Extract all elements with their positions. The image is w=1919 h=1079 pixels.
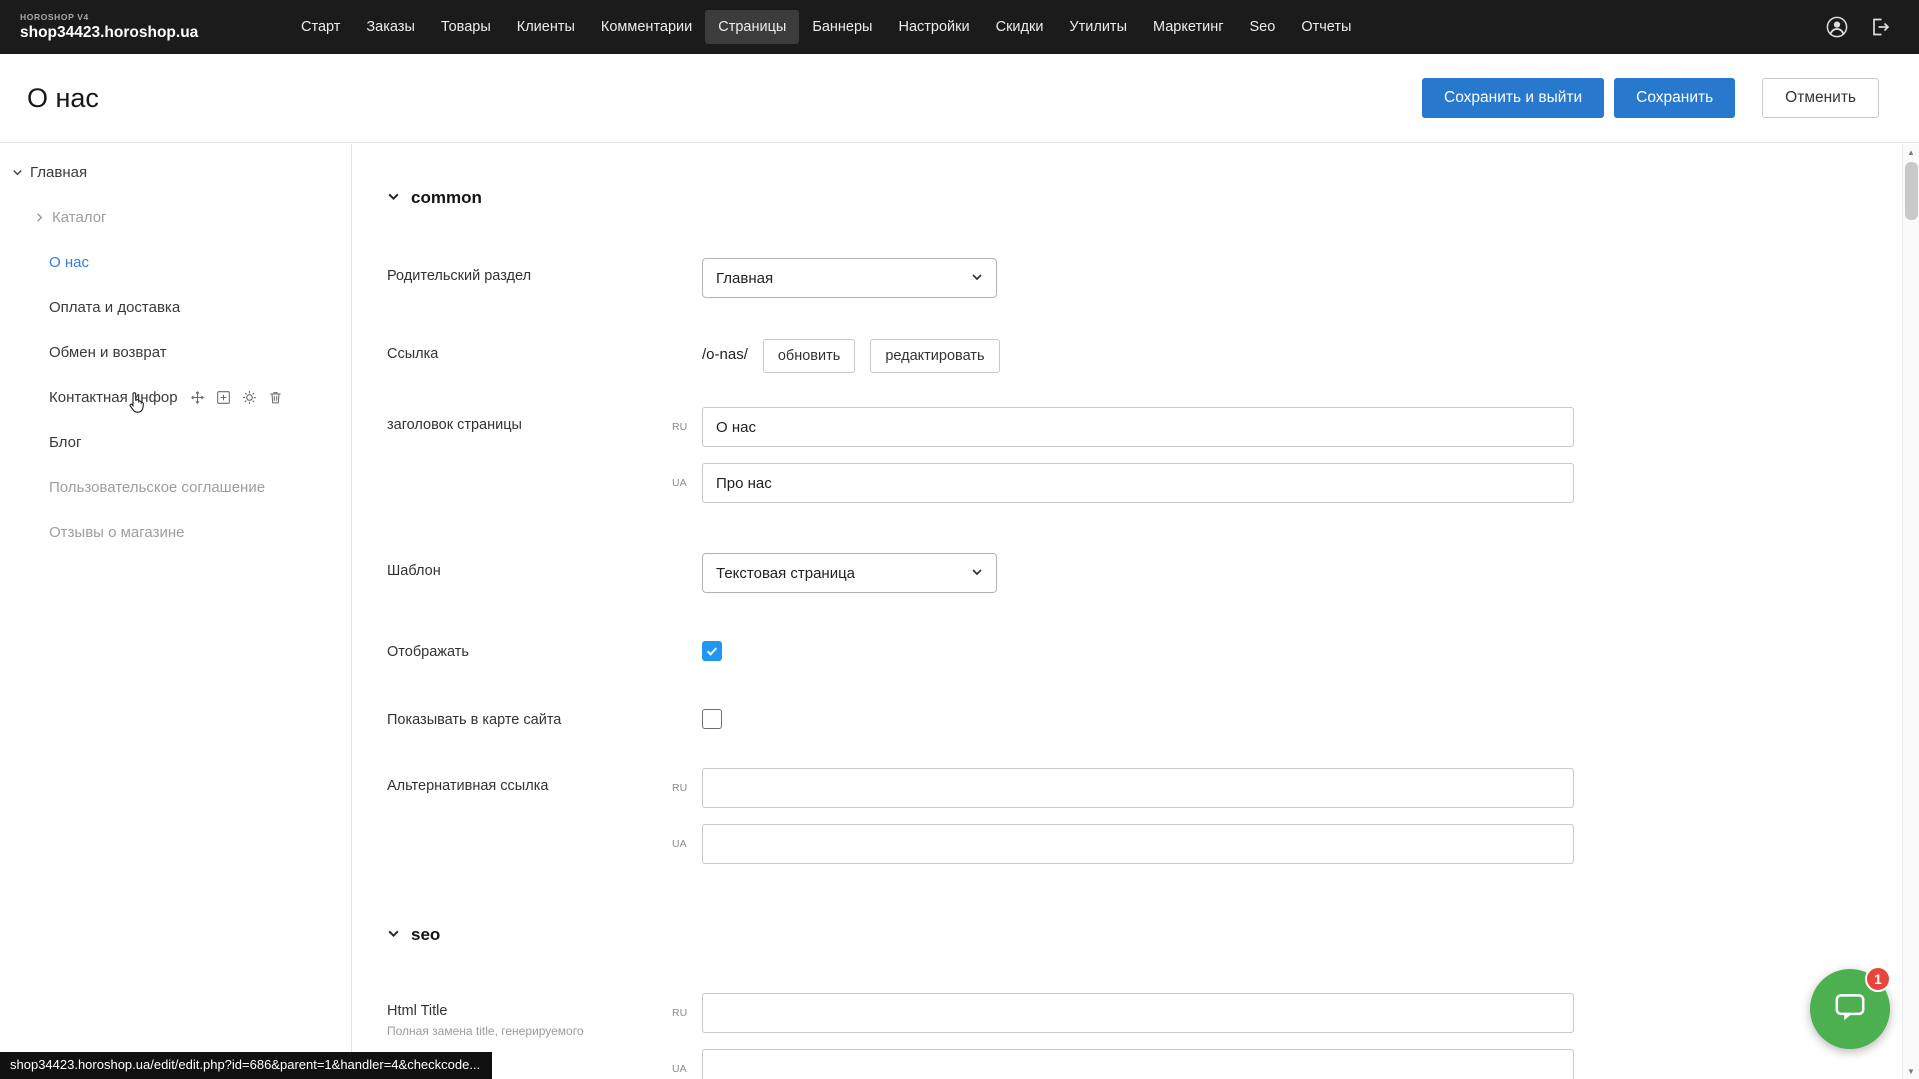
tree-item-label: Блог (49, 434, 81, 451)
alt-link-ua-input[interactable] (702, 824, 1574, 864)
alt-link-ru-input[interactable] (702, 768, 1574, 808)
sitemap-checkbox[interactable] (702, 709, 722, 729)
link-edit-button[interactable]: редактировать (870, 339, 999, 373)
chat-widget-button[interactable]: 1 (1810, 969, 1890, 1049)
menu-item-reports[interactable]: Отчеты (1288, 10, 1364, 44)
scroll-down-arrow[interactable]: ▼ (1903, 1063, 1919, 1079)
menu-item-start[interactable]: Старт (288, 10, 353, 44)
lang-tag-ru: RU (672, 407, 702, 447)
brand-version: HOROSHOP V4 (20, 13, 270, 22)
menu-item-products[interactable]: Товары (428, 10, 504, 44)
menu-item-orders[interactable]: Заказы (353, 10, 427, 44)
html-title-ru-input[interactable] (702, 993, 1574, 1033)
section-title: seo (411, 925, 440, 945)
tree-item-label: Каталог (52, 209, 107, 226)
menu-item-marketing[interactable]: Маркетинг (1140, 10, 1237, 44)
tree-item-home[interactable]: Главная (0, 150, 351, 195)
chevron-down-icon (387, 188, 400, 208)
page-title-ru-input[interactable] (702, 407, 1574, 447)
page-header: О нас Сохранить и выйти Сохранить Отмени… (0, 54, 1919, 143)
html-title-ua-input[interactable] (702, 1049, 1574, 1079)
browser-status-url: shop34423.horoshop.ua/edit/edit.php?id=6… (0, 1052, 492, 1079)
section-common[interactable]: common (387, 186, 1902, 210)
menu-item-clients[interactable]: Клиенты (504, 10, 588, 44)
lang-tag-ru: RU (672, 993, 702, 1033)
section-seo[interactable]: seo (387, 923, 1902, 947)
menu-item-utilities[interactable]: Утилиты (1056, 10, 1140, 44)
vertical-scrollbar[interactable]: ▲ ▼ (1902, 144, 1919, 1079)
chevron-down-icon (387, 925, 400, 945)
sitemap-label: Показывать в карте сайта (387, 711, 672, 728)
menu-item-pages[interactable]: Страницы (705, 10, 799, 44)
lang-tag-ua: UA (672, 1049, 702, 1079)
main-menu: Старт Заказы Товары Клиенты Комментарии … (288, 0, 1364, 54)
settings-gear-icon[interactable] (242, 390, 257, 405)
save-button[interactable]: Сохранить (1614, 78, 1735, 118)
tree-item-blog[interactable]: Блог (0, 420, 351, 465)
page-title: О нас (27, 83, 99, 114)
tree-item-label: Контактная инфор (49, 389, 178, 406)
chevron-right-icon[interactable] (30, 212, 48, 223)
add-page-icon[interactable] (216, 390, 231, 405)
save-and-exit-button[interactable]: Сохранить и выйти (1422, 78, 1604, 118)
menu-item-banners[interactable]: Баннеры (799, 10, 885, 44)
scrollbar-thumb[interactable] (1905, 162, 1918, 220)
tree-item-label: Оплата и доставка (49, 299, 180, 316)
parent-section-label: Родительский раздел (387, 258, 672, 284)
tree-item-catalog[interactable]: Каталог (0, 195, 351, 240)
delete-trash-icon[interactable] (268, 390, 283, 405)
link-label: Ссылка (387, 339, 672, 362)
menu-item-seo[interactable]: Seo (1237, 10, 1289, 44)
page-edit-form: common Родительский раздел Главная Ссылк… (353, 144, 1902, 1079)
tree-item-label: О нас (49, 254, 89, 271)
link-refresh-button[interactable]: обновить (763, 339, 855, 373)
chevron-down-icon[interactable] (8, 167, 26, 178)
lang-tag-ru: RU (672, 768, 702, 808)
menu-item-comments[interactable]: Комментарии (588, 10, 705, 44)
tree-item-contact-info[interactable]: Контактная инфор (0, 375, 351, 420)
html-title-label: Html Title (387, 1003, 672, 1019)
selected-value: Главная (716, 270, 971, 287)
display-checkbox[interactable] (702, 641, 722, 661)
tree-item-label: Главная (30, 164, 87, 181)
menu-item-settings[interactable]: Настройки (885, 10, 982, 44)
tree-item-store-reviews[interactable]: Отзывы о магазине (0, 510, 351, 555)
chevron-down-icon (971, 270, 983, 287)
cancel-button[interactable]: Отменить (1762, 78, 1879, 118)
tree-item-label: Отзывы о магазине (49, 524, 184, 541)
tree-item-payment-delivery[interactable]: Оплата и доставка (0, 285, 351, 330)
lang-tag-ua: UA (672, 824, 702, 864)
lang-tag-ua: UA (672, 463, 702, 503)
chat-unread-badge: 1 (1865, 966, 1891, 992)
chevron-down-icon (971, 565, 983, 582)
chat-bubble-icon (1831, 988, 1869, 1031)
logout-icon[interactable] (1869, 16, 1891, 38)
tree-item-user-agreement[interactable]: Пользовательское соглашение (0, 465, 351, 510)
template-select[interactable]: Текстовая страница (702, 553, 997, 593)
template-label: Шаблон (387, 553, 672, 579)
tree-item-label: Пользовательское соглашение (49, 479, 265, 496)
brand[interactable]: HOROSHOP V4 shop34423.horoshop.ua (0, 13, 270, 40)
pages-tree-sidebar: Главная Каталог О нас Оплата и доставка … (0, 144, 352, 1079)
tree-item-exchange-return[interactable]: Обмен и возврат (0, 330, 351, 375)
selected-value: Текстовая страница (716, 565, 971, 582)
display-label: Отображать (387, 643, 672, 660)
parent-section-select[interactable]: Главная (702, 258, 997, 298)
link-path: /o-nas/ (702, 339, 748, 363)
account-icon[interactable] (1825, 15, 1849, 39)
tree-item-about[interactable]: О нас (0, 240, 351, 285)
page-title-label: заголовок страницы (387, 407, 672, 433)
section-title: common (411, 188, 482, 208)
page-title-ua-input[interactable] (702, 463, 1574, 503)
move-icon[interactable] (190, 390, 205, 405)
html-title-hint: Полная замена title, генерируемого (387, 1024, 647, 1039)
menu-item-discounts[interactable]: Скидки (983, 10, 1057, 44)
scroll-up-arrow[interactable]: ▲ (1903, 144, 1919, 160)
tree-item-label: Обмен и возврат (49, 344, 167, 361)
alt-link-label: Альтернативная ссылка (387, 768, 672, 794)
brand-domain: shop34423.horoshop.ua (20, 24, 270, 41)
topbar: HOROSHOP V4 shop34423.horoshop.ua Старт … (0, 0, 1919, 54)
